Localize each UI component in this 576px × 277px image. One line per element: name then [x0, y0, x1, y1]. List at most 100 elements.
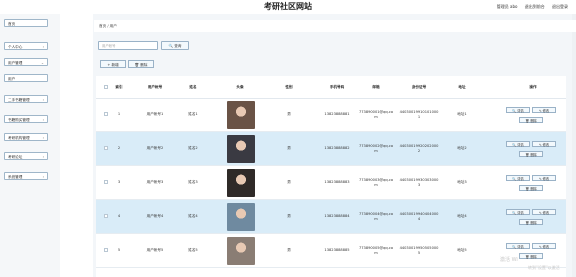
search-button[interactable]: 🔍 查询: [161, 41, 189, 50]
sidebar-item-label: 用户管理: [8, 61, 23, 65]
app-title: 考研社区网站: [264, 2, 312, 11]
table-row[interactable]: 5 用户帐号5 姓名5 男 13823888885 773890005@qq.com 440…: [96, 234, 566, 268]
sidebar-item-1[interactable]: 个人中心 ›: [4, 42, 48, 50]
breadcrumb: 首页 / 用户: [94, 20, 576, 32]
avatar: [227, 202, 255, 231]
sidebar-item-8[interactable]: 系统管理 ›: [4, 172, 48, 180]
sidebar-item-3[interactable]: 用户: [4, 74, 48, 82]
add-button[interactable]: + 新增: [100, 60, 126, 68]
row-checkbox[interactable]: [104, 146, 108, 150]
cell-gender: 男: [287, 112, 291, 116]
sidebar-item-label: 用户: [8, 77, 16, 81]
col-avatar: 头像: [236, 85, 244, 89]
cell-email: 773890002@qq.com: [358, 143, 394, 153]
cell-gender: 男: [287, 248, 291, 252]
sidebar-item-7[interactable]: 考研论坛 ›: [4, 152, 48, 160]
table-row[interactable]: 4 用户帐号4 姓名4 男 13823888884 773890004@qq.com 440…: [96, 200, 566, 234]
cell-address: 地址1: [457, 112, 467, 116]
table-row[interactable]: 3 用户帐号3 姓名3 男 13823888883 773890003@qq.com 440…: [96, 166, 566, 200]
cell-email: 773890005@qq.com: [358, 245, 394, 255]
sidebar-item-label: 书籍购买管理: [8, 118, 30, 122]
col-index: 索引: [115, 84, 123, 89]
row-checkbox[interactable]: [104, 112, 108, 116]
chevron-icon: ›: [42, 136, 44, 140]
col-address[interactable]: 地址: [444, 76, 480, 98]
cell-gender: 男: [287, 214, 291, 218]
cell-avatar: [226, 98, 256, 131]
col-gender[interactable]: 性别: [272, 76, 306, 98]
sidebar-item-label: 考研论坛: [8, 155, 23, 159]
detail-button[interactable]: 🔍 详情: [506, 107, 530, 113]
chevron-icon: ›: [42, 98, 44, 102]
cell-idcard: 440300199303030003: [399, 177, 439, 187]
sidebar: [0, 14, 60, 277]
cell-account: 用户帐号1: [146, 112, 164, 116]
chevron-icon: ›: [42, 118, 44, 122]
cell-account: 用户帐号5: [146, 248, 164, 252]
goto-frontend-link[interactable]: 退出到前台: [525, 4, 545, 9]
cell-phone: 13823888882: [324, 146, 350, 150]
detail-button[interactable]: 🔍 详情: [506, 209, 530, 215]
sidebar-item-2[interactable]: 用户管理 ⌄: [4, 58, 48, 66]
sidebar-item-label: 首页: [8, 22, 16, 26]
cell-avatar: [226, 200, 256, 233]
cell-name: 姓名2: [188, 146, 198, 150]
row-delete-button[interactable]: 🗑 删除: [519, 253, 543, 259]
user-table: 索引 用户帐号 姓名 头像 性别 手机号码 邮箱 身份证号 地址 操作 1 用户帐…: [96, 76, 566, 277]
select-all-checkbox[interactable]: [104, 85, 108, 89]
sidebar-item-0[interactable]: 首页: [4, 19, 48, 27]
sidebar-item-label: 系统管理: [8, 175, 23, 179]
detail-button[interactable]: 🔍 详情: [506, 243, 530, 249]
avatar: [227, 134, 255, 163]
detail-button[interactable]: 🔍 详情: [506, 175, 530, 181]
row-delete-button[interactable]: 🗑 删除: [519, 117, 543, 123]
col-idcard[interactable]: 身份证号: [399, 76, 439, 98]
detail-button[interactable]: 🔍 详情: [506, 141, 530, 147]
row-delete-button[interactable]: 🗑 删除: [519, 185, 543, 191]
cell-address: 地址2: [457, 146, 467, 150]
edit-button[interactable]: ✎ 修改: [532, 209, 556, 215]
cell-idcard: 440300199202020002: [399, 143, 439, 153]
logout-link[interactable]: 退出登录: [552, 4, 568, 9]
cell-account: 用户帐号2: [146, 146, 164, 150]
table-row[interactable]: 2 用户帐号2 姓名2 男 13823888882 773890002@qq.com 440…: [96, 132, 566, 166]
cell-name: 姓名4: [188, 214, 198, 218]
row-checkbox[interactable]: [104, 248, 108, 252]
edit-button[interactable]: ✎ 修改: [532, 175, 556, 181]
sidebar-item-5[interactable]: 书籍购买管理 ›: [4, 115, 48, 123]
table-row[interactable]: 1 用户帐号1 姓名1 男 13823888881 773890001@qq.com 440…: [96, 98, 566, 132]
sidebar-item-6[interactable]: 考研机构管理 ›: [4, 133, 48, 141]
cell-idcard: 440300199505050005: [399, 245, 439, 255]
sidebar-item-label: 二手书籍管理: [8, 98, 30, 102]
cell-gender: 男: [287, 180, 291, 184]
chevron-icon: ›: [42, 175, 44, 179]
col-phone[interactable]: 手机号码: [318, 76, 356, 98]
row-checkbox[interactable]: [104, 214, 108, 218]
cell-email: 773890003@qq.com: [358, 177, 394, 187]
edit-button[interactable]: ✎ 修改: [532, 107, 556, 113]
col-actions: 操作: [529, 85, 537, 89]
cell-email: 773890001@qq.com: [358, 109, 394, 119]
chevron-icon: ›: [42, 45, 44, 49]
edit-button[interactable]: ✎ 修改: [532, 243, 556, 249]
row-checkbox[interactable]: [104, 180, 108, 184]
col-email[interactable]: 邮箱: [358, 76, 394, 98]
cell-phone: 13823888883: [324, 180, 350, 184]
cell-index: 3: [117, 180, 121, 184]
edit-button[interactable]: ✎ 修改: [532, 141, 556, 147]
col-account[interactable]: 用户帐号: [134, 76, 176, 98]
scrollbar[interactable]: [572, 14, 576, 277]
sidebar-item-4[interactable]: 二手书籍管理 ›: [4, 95, 48, 103]
search-input[interactable]: 用户帐号: [98, 41, 158, 50]
chevron-icon: ›: [42, 155, 44, 159]
cell-index: 5: [117, 248, 121, 252]
cell-index: 2: [117, 146, 121, 150]
col-name[interactable]: 姓名: [176, 76, 210, 98]
sidebar-item-label: 考研机构管理: [8, 136, 30, 140]
cell-phone: 13823888884: [324, 214, 350, 218]
top-bar: 考研社区网站 管理员 abo 退出到前台 退出登录: [0, 0, 576, 14]
cell-address: 地址5: [457, 248, 467, 252]
row-delete-button[interactable]: 🗑 删除: [519, 151, 543, 157]
delete-button[interactable]: 🗑 删除: [128, 60, 154, 68]
row-delete-button[interactable]: 🗑 删除: [519, 219, 543, 225]
